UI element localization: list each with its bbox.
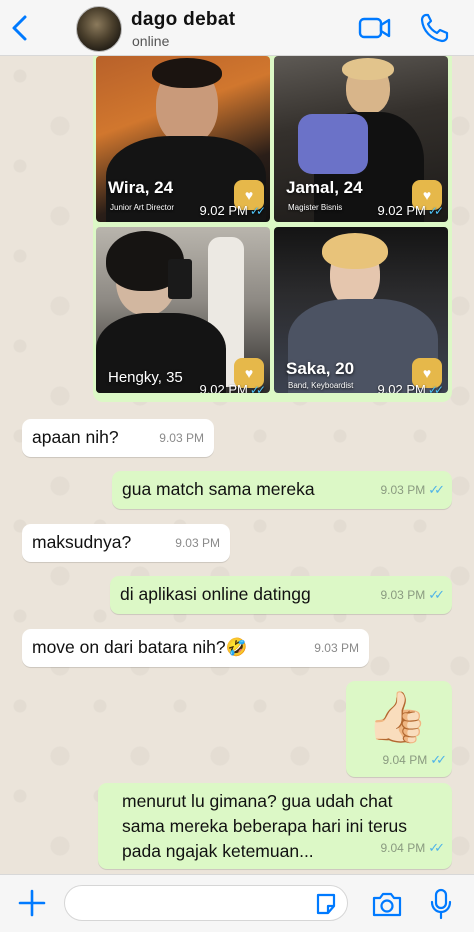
outgoing-message[interactable]: di aplikasi online datingg 9.03 PM ✓✓ [110, 576, 452, 614]
message-time: 9.03 PM [175, 536, 220, 550]
message-text: gua match sama mereka [122, 479, 315, 499]
video-call-icon[interactable] [358, 14, 392, 42]
profile-card-1[interactable]: Wira, 24 Junior Art Director ♥ 9.02 PM ✓✓ [96, 56, 270, 222]
contact-name[interactable]: dago debat [131, 9, 235, 31]
message-time: 9.03 PM ✓✓ [380, 587, 445, 602]
sticker-icon[interactable] [314, 892, 338, 916]
message-text: apaan nih? [32, 427, 119, 447]
plus-icon[interactable] [18, 889, 46, 917]
contact-status: online [132, 33, 170, 49]
profile-name: Hengky, 35 [108, 369, 183, 386]
message-time: 9.04 PM ✓✓ [380, 840, 445, 855]
profile-card-4[interactable]: Saka, 20 Band, Keyboardist ♥ 9.02 PM ✓✓ [274, 227, 448, 393]
outgoing-message[interactable]: gua match sama mereka 9.03 PM ✓✓ [112, 471, 452, 509]
hair [322, 233, 388, 269]
message-time: 9.03 PM ✓✓ [380, 482, 445, 497]
message-time: 9.03 PM [159, 431, 204, 445]
profile-screenshot-album[interactable]: Wira, 24 Junior Art Director ♥ 9.02 PM ✓✓… [93, 56, 452, 402]
blue-towel [298, 114, 368, 174]
phone-icon[interactable] [419, 12, 449, 44]
incoming-message[interactable]: maksudnya? 9.03 PM [22, 524, 230, 562]
profile-subtitle: Junior Art Director [110, 203, 175, 212]
profile-name: Jamal, 24 [286, 178, 363, 197]
camera-icon[interactable] [371, 891, 403, 917]
back-chevron-icon[interactable] [8, 14, 32, 42]
chat-area[interactable]: Wira, 24 Junior Art Director ♥ 9.02 PM ✓✓… [0, 56, 474, 874]
profile-name: Saka, 20 [286, 359, 355, 378]
profile-subtitle: Band, Keyboardist [288, 381, 354, 390]
chat-header: dago debat online [0, 0, 474, 56]
message-time: 9.02 PM ✓✓ [377, 382, 444, 393]
incoming-message[interactable]: apaan nih? 9.03 PM [22, 419, 214, 457]
thumbs-up-emoji: 👍🏻 [366, 689, 429, 745]
composer-bar [0, 874, 474, 932]
message-time: 9.03 PM [314, 641, 359, 655]
phone-prop [168, 259, 192, 299]
message-text: menurut lu gimana? gua udah chat sama me… [122, 791, 408, 861]
profile-name: Wira, 24 [108, 178, 174, 197]
message-text: maksudnya? [32, 532, 132, 552]
message-text: move on dari batara nih?🤣 [32, 637, 248, 657]
profile-card-2[interactable]: Jamal, 24 Magister Bisnis ♥ 9.02 PM ✓✓ [274, 56, 448, 222]
hair [342, 58, 394, 80]
message-time: 9.02 PM ✓✓ [199, 382, 266, 393]
message-time: 9.02 PM ✓✓ [377, 203, 444, 218]
profile-subtitle: Magister Bisnis [288, 203, 343, 212]
message-text: di aplikasi online datingg [120, 584, 311, 604]
message-time: 9.04 PM ✓✓ [382, 752, 447, 767]
hair [152, 58, 222, 88]
microphone-icon[interactable] [430, 888, 452, 920]
message-time: 9.02 PM ✓✓ [199, 203, 266, 218]
profile-card-3[interactable]: Hengky, 35 ♥ 9.02 PM ✓✓ [96, 227, 270, 393]
outgoing-emoji-message[interactable]: 👍🏻 9.04 PM ✓✓ [346, 681, 452, 777]
outgoing-message[interactable]: menurut lu gimana? gua udah chat sama me… [98, 783, 452, 869]
contact-avatar[interactable] [76, 6, 122, 52]
message-input[interactable] [64, 885, 348, 921]
incoming-message[interactable]: move on dari batara nih?🤣 9.03 PM [22, 629, 369, 667]
